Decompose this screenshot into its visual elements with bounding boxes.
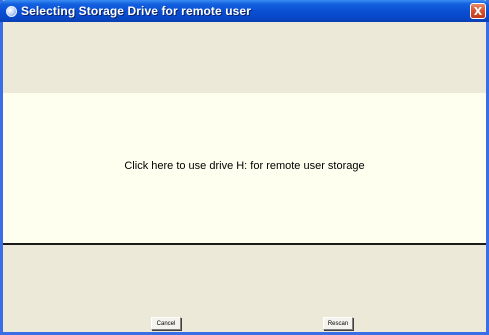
- drive-h-option[interactable]: Click here to use drive H: for remote us…: [3, 93, 486, 245]
- bottom-empty-pane: [3, 245, 486, 316]
- close-icon: X: [473, 4, 483, 18]
- cancel-button[interactable]: Cancel: [151, 317, 181, 330]
- drive-option-label: Click here to use drive H: for remote us…: [124, 160, 365, 172]
- close-button[interactable]: X: [470, 3, 486, 19]
- title-bar[interactable]: Selecting Storage Drive for remote user …: [0, 0, 489, 22]
- dialog-window: Selecting Storage Drive for remote user …: [0, 0, 489, 335]
- top-empty-pane: [3, 22, 486, 93]
- app-icon: [6, 5, 17, 17]
- window-title: Selecting Storage Drive for remote user: [21, 4, 251, 18]
- rescan-button[interactable]: Rescan: [323, 317, 353, 330]
- button-bar: Cancel Rescan: [3, 316, 486, 332]
